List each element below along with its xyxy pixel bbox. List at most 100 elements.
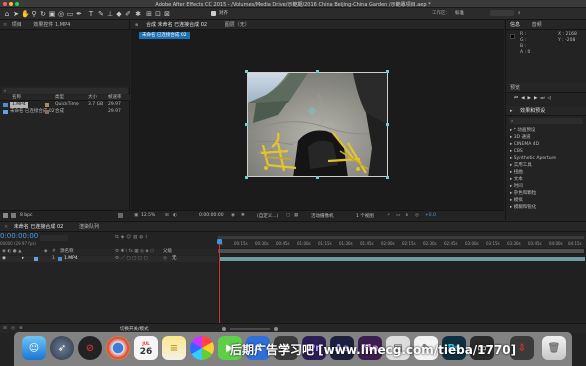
snapshot-icon[interactable]: ◉: [231, 213, 235, 218]
effect-category[interactable]: ▸ Synthetic Aperture: [506, 155, 586, 162]
tab-composition[interactable]: 合成 未命名 已连接合成 02: [146, 22, 207, 28]
effect-category[interactable]: ▸ 文本: [506, 176, 586, 183]
lock-icon[interactable]: ▪: [135, 22, 138, 28]
tab-info[interactable]: 信息: [510, 22, 520, 28]
bit-depth-button[interactable]: 8 bpc: [20, 213, 32, 218]
work-area-bar[interactable]: [218, 236, 584, 239]
last-frame-icon[interactable]: ⏭: [540, 96, 547, 101]
grid-icon[interactable]: ⊞: [165, 213, 169, 218]
panel-menu-icon[interactable]: ≡: [3, 22, 7, 28]
magnification-select[interactable]: 12.5%: [141, 213, 155, 218]
clone-stamp-tool-icon[interactable]: ⊥: [106, 10, 114, 18]
project-item[interactable]: 未命名 已连接合成 02 合成 29.97: [0, 109, 130, 115]
blocked-app-icon[interactable]: ⊘: [78, 336, 102, 360]
fast-preview-icon[interactable]: ⚡: [387, 213, 390, 218]
zoom-in-icon[interactable]: [274, 327, 278, 331]
search-help-icon[interactable]: ⌕: [518, 10, 521, 16]
timeline-zoom-slider[interactable]: [230, 328, 270, 330]
effect-category[interactable]: ▸ 模糊和锐化: [506, 204, 586, 211]
photos-icon[interactable]: [190, 336, 214, 360]
snap-checkbox[interactable]: [211, 11, 216, 16]
interpret-footage-icon[interactable]: [3, 213, 8, 218]
transfer-controls-pane-icon[interactable]: ◎: [11, 326, 15, 331]
view-axis-icon[interactable]: ⊠: [163, 10, 171, 18]
flowchart-icon[interactable]: ⋔: [405, 213, 409, 218]
tab-preview[interactable]: 预览: [510, 85, 520, 91]
pan-behind-tool-icon[interactable]: ◎: [57, 10, 65, 18]
graph-editor-icon[interactable]: ⌇: [145, 235, 149, 240]
tab-effects-presets[interactable]: 效果和预设: [520, 108, 545, 114]
effect-category[interactable]: ▸ * 动画预设: [506, 127, 586, 134]
puppet-tool-icon[interactable]: ✱: [134, 10, 142, 18]
effect-category[interactable]: ▸ CBS: [506, 148, 586, 155]
tab-layer[interactable]: 图层（无）: [225, 22, 250, 28]
effect-category[interactable]: ▸ 模拟: [506, 197, 586, 204]
brush-tool-icon[interactable]: ✎: [97, 10, 105, 18]
pen-tool-icon[interactable]: ✒: [75, 10, 83, 18]
transform-handle[interactable]: [316, 176, 319, 179]
show-channel-icon[interactable]: ✱: [241, 213, 245, 218]
roto-brush-tool-icon[interactable]: ✐: [124, 10, 132, 18]
new-folder-icon[interactable]: [11, 213, 16, 218]
project-item[interactable]: 1.MP4 QuickTime 3.7 GB 29.97: [0, 102, 130, 108]
first-frame-icon[interactable]: ⏮: [514, 96, 521, 101]
time-navigator[interactable]: 0s 00:15s 00:30s 00:45s 01:00s 01:15s 01…: [218, 234, 586, 248]
transparency-grid-icon[interactable]: ▦: [294, 213, 298, 218]
layer-label-swatch[interactable]: [34, 257, 38, 261]
notes-icon[interactable]: ≡: [162, 336, 186, 360]
time-ruler[interactable]: 0s 00:15s 00:30s 00:45s 01:00s 01:15s 01…: [218, 241, 586, 248]
source-name-header[interactable]: 源名称: [60, 249, 74, 255]
effect-category[interactable]: ▸ CINEMA 4D: [506, 141, 586, 148]
tab-audio[interactable]: 音频: [532, 22, 542, 28]
mask-visibility-icon[interactable]: ◐: [173, 213, 177, 218]
project-search-input[interactable]: ⌕: [2, 88, 128, 94]
workspace-dropdown[interactable]: [490, 10, 514, 16]
selection-tool-icon[interactable]: ➤: [12, 10, 20, 18]
tab-effect-controls[interactable]: 效果控件 1.MP4: [33, 22, 70, 28]
video-frame[interactable]: [247, 72, 388, 177]
local-axis-icon[interactable]: ⊞: [145, 10, 153, 18]
views-select[interactable]: 1 个视图: [356, 213, 374, 219]
tab-timeline-comp[interactable]: 未命名 已连接合成 02: [14, 224, 64, 230]
timeline-search-input[interactable]: [40, 235, 68, 241]
mask-tool-icon[interactable]: ▭: [66, 10, 74, 18]
shy-layers-icon[interactable]: ☺: [126, 235, 133, 240]
hand-tool-icon[interactable]: ✋: [21, 10, 30, 18]
effect-category[interactable]: ▸ 时间: [506, 183, 586, 190]
finder-icon[interactable]: ☺: [22, 336, 46, 360]
transform-handle[interactable]: [245, 70, 248, 73]
effect-category[interactable]: ▸ 3D 通道: [506, 134, 586, 141]
home-icon[interactable]: ⌂: [3, 10, 11, 18]
eraser-tool-icon[interactable]: ◆: [115, 10, 123, 18]
launchpad-icon[interactable]: ➶: [50, 336, 74, 360]
transform-handle[interactable]: [386, 70, 389, 73]
close-tab-icon[interactable]: ×: [4, 224, 8, 230]
trash-icon[interactable]: [118, 213, 123, 218]
in-out-pane-icon[interactable]: ⊗: [19, 326, 23, 331]
transform-handle[interactable]: [386, 123, 389, 126]
mute-audio-icon[interactable]: ◁: [548, 96, 554, 101]
col-name[interactable]: 名称: [12, 95, 21, 101]
timeline-timecode[interactable]: 0:00:00:00: [0, 232, 38, 240]
workspace-select[interactable]: 标准: [455, 10, 464, 16]
rotate-tool-icon[interactable]: ↻: [39, 10, 47, 18]
label-color-swatch[interactable]: [45, 103, 49, 107]
col-fps[interactable]: 帧速率: [108, 95, 122, 101]
effect-category[interactable]: ▸ 杂色和颗粒: [506, 190, 586, 197]
always-preview-icon[interactable]: ▣: [134, 213, 138, 218]
effect-category[interactable]: ▸ 扭曲: [506, 169, 586, 176]
col-size[interactable]: 大小: [88, 95, 97, 101]
camera-select[interactable]: 活动摄像机: [311, 213, 334, 219]
calendar-icon[interactable]: JUL 26: [134, 336, 158, 360]
layer-duration-bar[interactable]: [219, 257, 585, 261]
camera-tool-icon[interactable]: ▣: [48, 10, 56, 18]
effect-category[interactable]: ▸ 实用工具: [506, 162, 586, 169]
zoom-out-icon[interactable]: [222, 327, 226, 331]
reset-exposure-icon[interactable]: ◎: [415, 213, 419, 218]
text-tool-icon[interactable]: T: [87, 10, 95, 18]
label-color-swatch[interactable]: [45, 110, 49, 114]
chrome-icon[interactable]: [106, 336, 130, 360]
tab-render-queue[interactable]: 渲染队列: [79, 224, 99, 230]
comp-breadcrumb-chip[interactable]: 未命名 已连接合成 02: [139, 32, 190, 39]
transform-handle[interactable]: [245, 123, 248, 126]
